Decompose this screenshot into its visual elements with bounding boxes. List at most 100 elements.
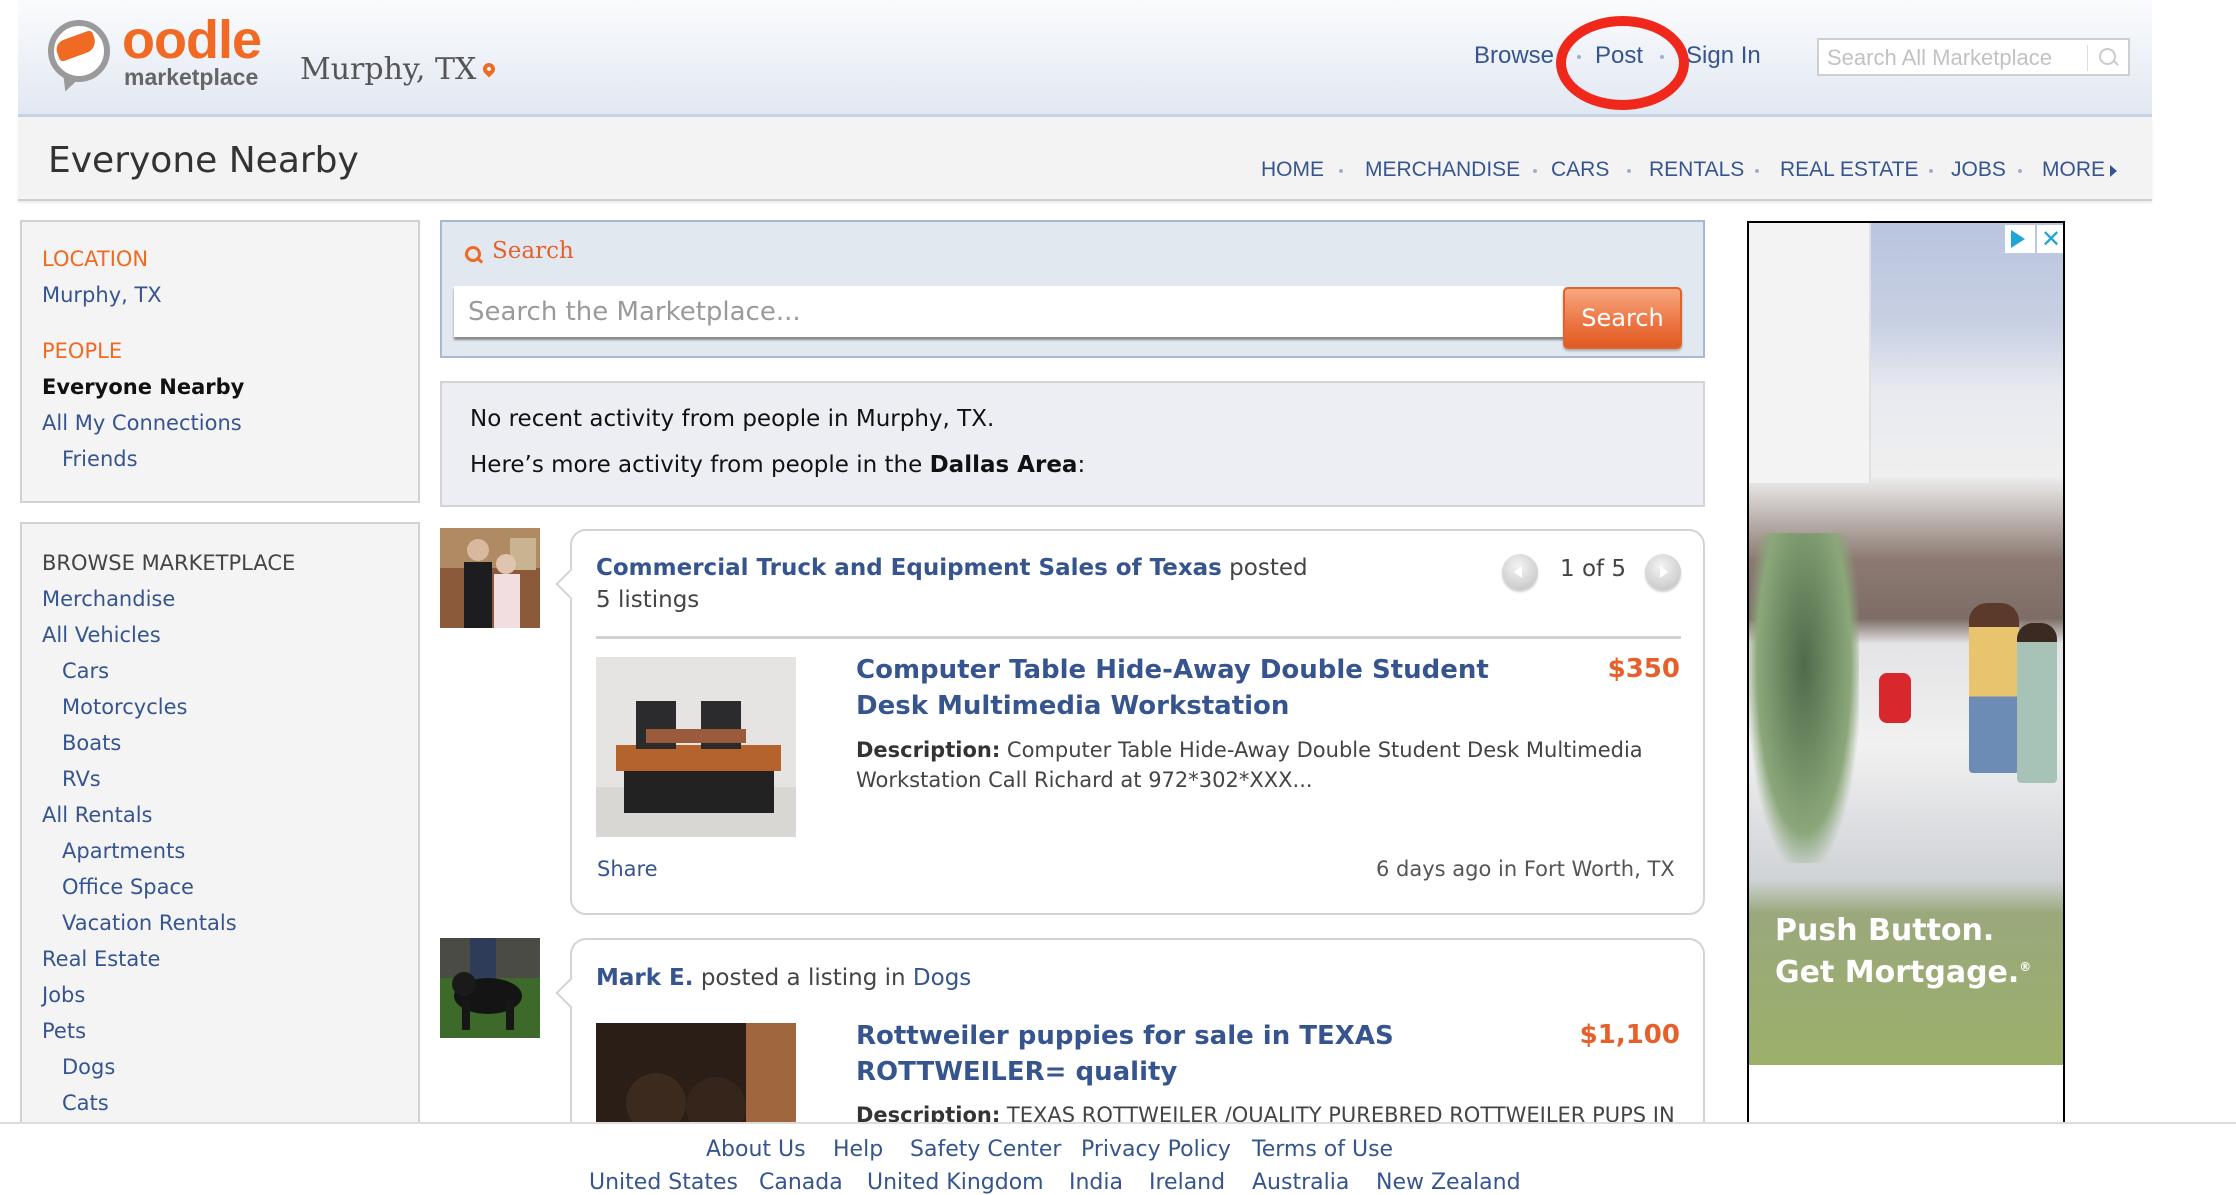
more-activity-message: Here’s more activity from people in the … (470, 452, 1085, 478)
desk-photo-image (596, 657, 796, 837)
footer-link-ireland[interactable]: Ireland (1149, 1170, 1225, 1195)
nav-browse[interactable]: Browse (1474, 42, 1554, 70)
browse-heading: BROWSE MARKETPLACE (42, 551, 296, 575)
nav-separator (1339, 169, 1343, 173)
card-divider (596, 636, 1681, 639)
listing-thumbnail[interactable] (596, 1023, 796, 1122)
more-activity-prefix: Here’s more activity from people in the (470, 452, 930, 478)
puppies-photo-image (596, 1023, 796, 1122)
feed-headline: Mark E. posted a listing in Dogs (596, 965, 971, 991)
share-link[interactable]: Share (597, 857, 658, 881)
close-icon[interactable]: ✕ (2037, 225, 2063, 253)
footer-link-terms-of-use[interactable]: Terms of Use (1252, 1137, 1393, 1162)
ad-choices-icon (2011, 230, 2025, 248)
description-label: Description: (856, 1103, 1001, 1122)
sidebar-item-all-rentals[interactable]: All Rentals (42, 803, 152, 827)
sidebar-item-vacation-rentals[interactable]: Vacation Rentals (62, 911, 237, 935)
poster-name-link[interactable]: Mark E. (596, 965, 694, 991)
sidebar-item-dogs[interactable]: Dogs (62, 1055, 115, 1079)
footer-link-about-us[interactable]: About Us (706, 1137, 806, 1162)
ad-person (1969, 603, 2019, 773)
sidebar-item-boats[interactable]: Boats (62, 731, 121, 755)
area-name: Dallas Area (929, 452, 1078, 478)
feed-headline: Commercial Truck and Equipment Sales of … (596, 555, 1308, 581)
footer-link-new-zealand[interactable]: New Zealand (1376, 1170, 1521, 1195)
nav-separator (1755, 169, 1759, 173)
sidebar-item-cats[interactable]: Cats (62, 1091, 109, 1115)
sidebar-item-all-my-connections[interactable]: All My Connections (42, 411, 242, 435)
description-label: Description: (856, 738, 1001, 762)
oodle-logo[interactable]: oodle marketplace (46, 12, 276, 96)
sidebar-item-jobs[interactable]: Jobs (42, 983, 85, 1007)
nav-separator (1577, 55, 1581, 59)
nav-post[interactable]: Post (1595, 42, 1643, 70)
ad-headline-line2: Get Mortgage. (1775, 955, 2020, 990)
page-title: Everyone Nearby (48, 140, 359, 181)
footer-link-privacy-policy[interactable]: Privacy Policy (1081, 1137, 1231, 1162)
nav-real-estate[interactable]: REAL ESTATE (1780, 158, 1918, 182)
listing-description: Description: TEXAS ROTTWEILER /QUALITY P… (856, 1100, 1676, 1122)
poster-name-link[interactable]: Commercial Truck and Equipment Sales of … (596, 555, 1222, 581)
logo-word: oodle (122, 10, 262, 70)
card-pointer (555, 568, 587, 600)
advertisement[interactable]: Push Button. Get Mortgage.® ✕ (1747, 221, 2065, 1122)
footer-link-canada[interactable]: Canada (759, 1170, 843, 1195)
people-heading: PEOPLE (42, 339, 123, 363)
sidebar-item-rvs[interactable]: RVs (62, 767, 101, 791)
sidebar-item-real-estate[interactable]: Real Estate (42, 947, 160, 971)
nav-separator (1929, 169, 1933, 173)
nav-merchandise[interactable]: MERCHANDISE (1365, 158, 1520, 182)
header-location[interactable]: Murphy, TX (300, 52, 476, 87)
footer-link-united-kingdom[interactable]: United Kingdom (867, 1170, 1044, 1195)
sidebar-item-friends[interactable]: Friends (62, 447, 138, 471)
footer-link-safety-center[interactable]: Safety Center (910, 1137, 1061, 1162)
sidebar-item-all-vehicles[interactable]: All Vehicles (42, 623, 161, 647)
footer-link-india[interactable]: India (1069, 1170, 1123, 1195)
more-activity-suffix: : (1077, 452, 1086, 478)
marketplace-search-input[interactable] (454, 286, 1564, 337)
search-divider (2087, 45, 2088, 71)
nav-sign-in[interactable]: Sign In (1686, 42, 1761, 70)
listing-title-link[interactable]: Rottweiler puppies for sale in TEXAS ROT… (856, 1018, 1556, 1090)
listing-time-location: 6 days ago in Fort Worth, TX (1376, 857, 1675, 881)
sidebar-item-pets[interactable]: Pets (42, 1019, 86, 1043)
feed-action: posted a listing in (693, 965, 913, 991)
listing-count: 5 listings (596, 587, 700, 613)
search-icon[interactable] (2099, 48, 2116, 65)
caret-right-icon (2110, 165, 2117, 177)
listing-title-link[interactable]: Computer Table Hide-Away Double Student … (856, 652, 1556, 724)
sidebar-item-office-space[interactable]: Office Space (62, 875, 194, 899)
poster-avatar[interactable] (440, 528, 540, 628)
footer-link-united-states[interactable]: United States (589, 1170, 738, 1195)
previous-arrow-icon[interactable] (1502, 554, 1538, 590)
nav-separator (1533, 169, 1537, 173)
nav-more[interactable]: MORE (2042, 158, 2105, 182)
ad-choices-button[interactable] (2005, 225, 2035, 253)
logo-subtitle: marketplace (124, 64, 259, 90)
search-button[interactable]: Search (1563, 287, 1682, 349)
sidebar-location-link[interactable]: Murphy, TX (42, 283, 162, 307)
sidebar-item-motorcycles[interactable]: Motorcycles (62, 695, 187, 719)
category-link[interactable]: Dogs (913, 965, 971, 991)
nav-jobs[interactable]: JOBS (1951, 158, 2006, 182)
footer-link-australia[interactable]: Australia (1252, 1170, 1349, 1195)
dog-photo-image (440, 938, 540, 1038)
search-label: Search (492, 238, 574, 264)
location-heading: LOCATION (42, 247, 149, 271)
sidebar-item-everyone-nearby[interactable]: Everyone Nearby (42, 375, 244, 399)
sidebar-item-cars[interactable]: Cars (62, 659, 109, 683)
nav-rentals[interactable]: RENTALS (1649, 158, 1744, 182)
listing-price: $1,100 (1579, 1020, 1680, 1050)
nav-cars[interactable]: CARS (1551, 158, 1609, 182)
nav-home[interactable]: HOME (1261, 158, 1324, 182)
next-arrow-icon[interactable] (1645, 554, 1681, 590)
couple-photo-image (440, 528, 540, 628)
listing-thumbnail[interactable] (596, 657, 796, 837)
header-search-input[interactable] (1825, 42, 2084, 74)
sidebar-item-merchandise[interactable]: Merchandise (42, 587, 175, 611)
header-search-box (1817, 38, 2130, 76)
poster-avatar[interactable] (440, 938, 540, 1038)
sidebar-item-apartments[interactable]: Apartments (62, 839, 185, 863)
description-text: TEXAS ROTTWEILER /QUALITY PUREBRED ROTTW… (1000, 1103, 1675, 1122)
footer-link-help[interactable]: Help (833, 1137, 883, 1162)
